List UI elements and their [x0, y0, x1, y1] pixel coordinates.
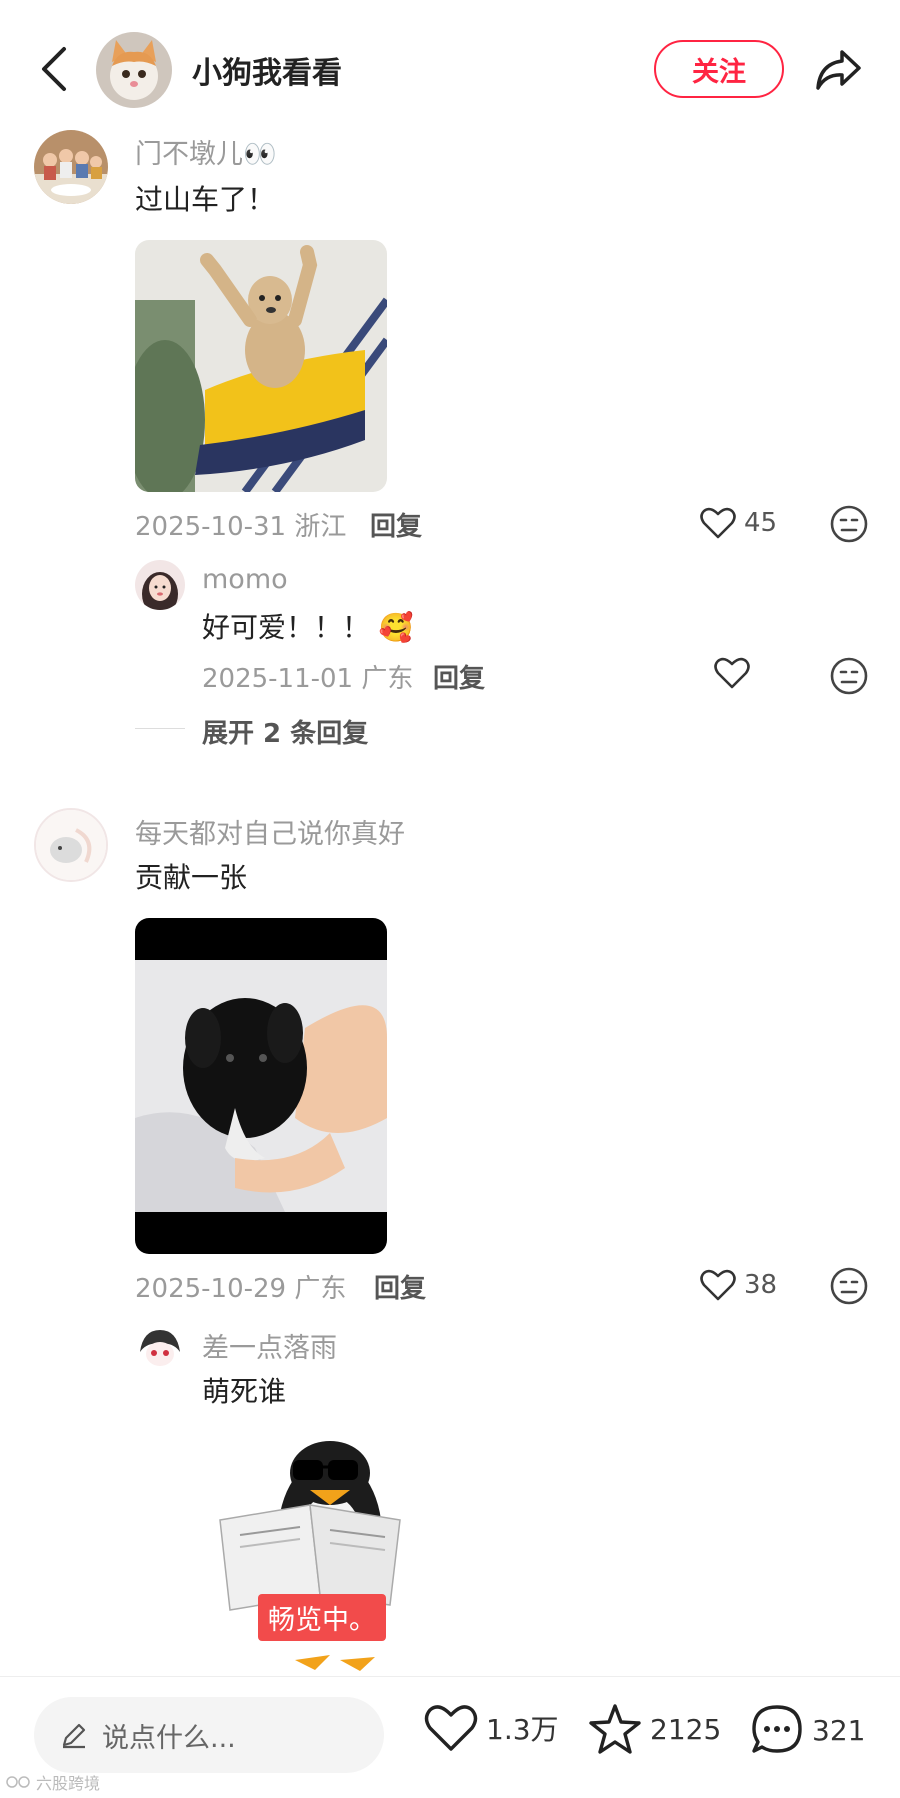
- reply-button[interactable]: 回复: [370, 506, 422, 543]
- reply-username[interactable]: 差一点落雨: [202, 1326, 337, 1365]
- post-like-count: 1.3万: [486, 1713, 559, 1746]
- bottom-action-bar: 说点什么... 1.3万 2125 321: [0, 1676, 900, 1798]
- expand-replies-button[interactable]: 展开 2 条回复: [202, 713, 368, 750]
- watermark: 六股跨境: [6, 1770, 100, 1794]
- sticker-caption: 畅览中。: [258, 1594, 386, 1641]
- reply-button[interactable]: 回复: [433, 658, 485, 695]
- reply-avatar[interactable]: [135, 1322, 185, 1372]
- reply-username[interactable]: momo: [202, 564, 288, 595]
- comment-date-location: 2025-10-31 浙江: [135, 512, 347, 542]
- comment-count: 321: [812, 1713, 866, 1747]
- chat-bubble-icon: [752, 1705, 802, 1753]
- favorite-count: 2125: [650, 1712, 722, 1746]
- heart-icon: [714, 657, 750, 689]
- watermark-text: 六股跨境: [36, 1774, 101, 1793]
- reply-text: 萌死谁: [202, 1375, 287, 1408]
- heart-icon: [700, 507, 736, 539]
- comment-input[interactable]: 说点什么...: [34, 1697, 384, 1773]
- like-button[interactable]: [714, 656, 750, 690]
- like-button[interactable]: 45: [700, 506, 777, 540]
- like-button[interactable]: 38: [700, 1268, 777, 1302]
- dislike-face-icon[interactable]: [829, 1266, 869, 1306]
- like-count: 38: [744, 1270, 778, 1300]
- comment-avatar[interactable]: [34, 130, 108, 204]
- reply-avatar[interactable]: [135, 560, 185, 610]
- star-icon: [589, 1704, 641, 1754]
- share-icon: [816, 50, 861, 90]
- dislike-face-icon[interactable]: [829, 656, 869, 696]
- top-bar: 小狗我看看 关注: [0, 0, 900, 130]
- comment-text: 过山车了！: [135, 183, 276, 216]
- watermark-logo-icon: [6, 1776, 30, 1788]
- pencil-icon: [62, 1723, 86, 1749]
- heart-icon: [424, 1705, 478, 1751]
- page-title: 小狗我看看: [192, 56, 342, 91]
- comment-date-location: 2025-10-29 广东: [135, 1274, 347, 1304]
- comment-username[interactable]: 门不墩儿👀: [135, 132, 277, 171]
- like-count: 45: [744, 508, 778, 538]
- share-button[interactable]: [810, 42, 866, 98]
- comment-username[interactable]: 每天都对自己说你真好: [135, 812, 405, 851]
- comment-avatar[interactable]: [34, 808, 108, 882]
- dislike-face-icon[interactable]: [829, 504, 869, 544]
- comments-button[interactable]: 321: [750, 1703, 865, 1757]
- author-avatar[interactable]: [96, 32, 172, 108]
- reply-date-location: 2025-11-01 广东: [202, 664, 414, 694]
- follow-button[interactable]: 关注: [654, 40, 784, 98]
- reply-text: 好可爱！！！ 🥰: [202, 611, 414, 644]
- favorite-button[interactable]: 2125: [588, 1703, 721, 1755]
- comment-input-placeholder: 说点什么...: [102, 1722, 236, 1754]
- chevron-left-icon: [42, 47, 66, 91]
- comment-image[interactable]: [135, 240, 387, 492]
- comment-image[interactable]: [135, 918, 387, 1254]
- reply-button[interactable]: 回复: [374, 1268, 426, 1305]
- back-button[interactable]: [34, 44, 74, 94]
- comment-text: 贡献一张: [135, 861, 248, 894]
- expand-divider: [135, 728, 185, 729]
- heart-icon: [700, 1269, 736, 1301]
- like-post-button[interactable]: 1.3万: [424, 1703, 559, 1753]
